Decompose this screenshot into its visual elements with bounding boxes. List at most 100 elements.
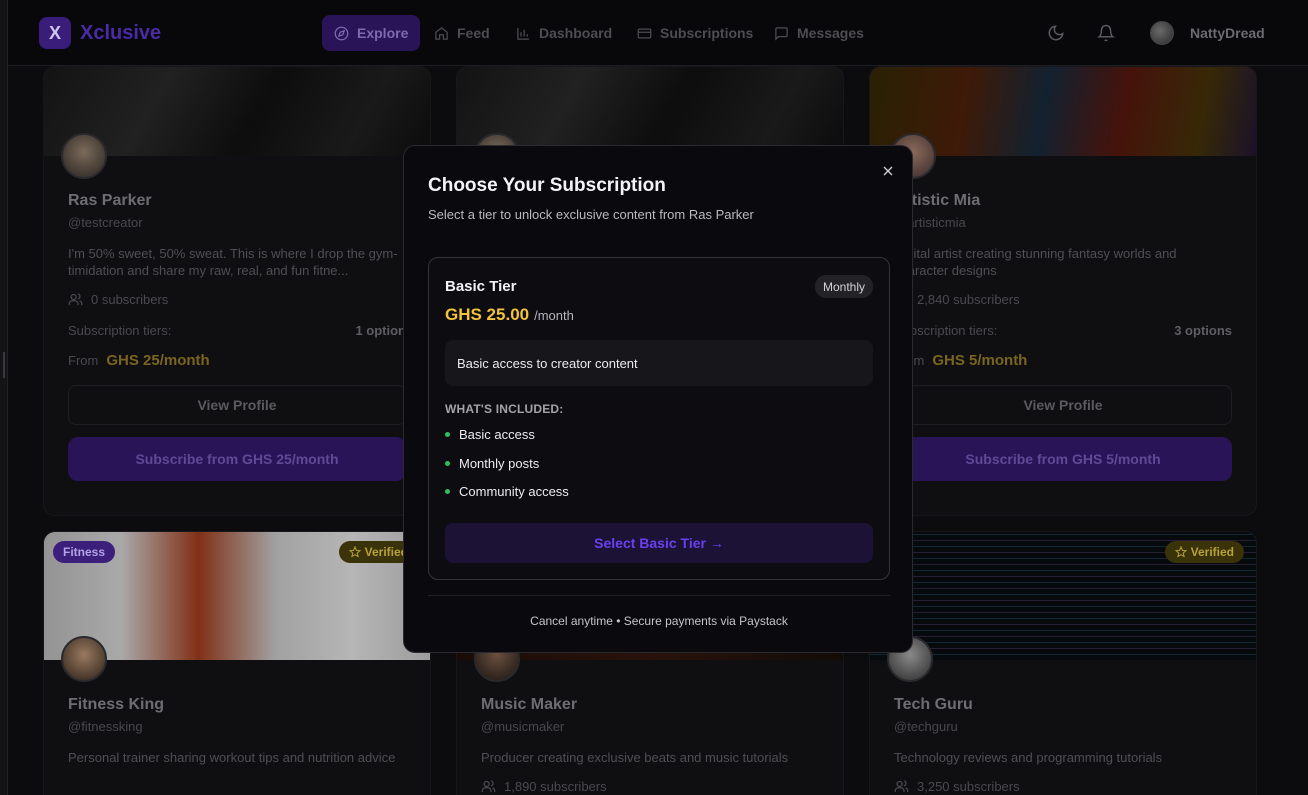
tier-card[interactable]: Basic Tier Monthly GHS 25.00 /month Basi… bbox=[428, 257, 890, 580]
verified-label: Verified bbox=[1190, 545, 1234, 559]
nav-dashboard[interactable]: Dashboard bbox=[504, 15, 624, 51]
creator-name[interactable]: Tech Guru bbox=[894, 696, 1232, 714]
close-icon bbox=[883, 166, 893, 176]
star-icon bbox=[1174, 546, 1187, 558]
modal-footer: Cancel anytime • Secure payments via Pay… bbox=[530, 614, 788, 628]
subscription-modal: Choose Your Subscription Select a tier t… bbox=[403, 145, 913, 653]
nav-feed-label: Feed bbox=[457, 25, 490, 41]
page: X Xclusive Explore Feed Dashboard Subscr… bbox=[0, 0, 1308, 795]
select-tier-button[interactable]: Select Basic Tier → bbox=[445, 523, 873, 563]
feature-label: Monthly posts bbox=[459, 456, 540, 471]
bullet-dot-icon bbox=[445, 432, 450, 437]
creator-name[interactable]: Fitness King bbox=[68, 696, 406, 714]
creator-bio: Personal trainer sharing workout tips an… bbox=[68, 750, 396, 765]
creator-bio: Digital artist creating stunning fantasy… bbox=[894, 246, 1177, 278]
subscriber-count-text: 3,250 subscribers bbox=[917, 779, 1020, 794]
users-icon bbox=[68, 293, 83, 306]
bullet-dot-icon bbox=[445, 489, 450, 494]
resize-handle[interactable] bbox=[3, 352, 5, 378]
nav-explore[interactable]: Explore bbox=[322, 15, 421, 51]
creator-name[interactable]: Ras Parker bbox=[68, 192, 406, 210]
window-edge bbox=[0, 0, 8, 795]
bullet-dot-icon bbox=[445, 461, 450, 466]
modal-subtitle: Select a tier to unlock exclusive conten… bbox=[428, 207, 754, 222]
divider bbox=[428, 595, 890, 596]
tier-price: GHS 25.00 /month bbox=[445, 305, 574, 325]
subscriber-count-text: 1,890 subscribers bbox=[504, 779, 607, 794]
users-icon bbox=[894, 780, 909, 793]
tier-count: Subscription tiers: 1 option bbox=[68, 323, 406, 338]
billing-badge: Monthly bbox=[814, 275, 873, 298]
home-icon bbox=[435, 26, 448, 40]
price-value: GHS 25.00 bbox=[445, 305, 530, 324]
feature-item: Community access bbox=[445, 484, 569, 499]
user-menu[interactable]: NattyDread bbox=[1150, 21, 1265, 45]
avatar[interactable] bbox=[61, 133, 107, 179]
subscriber-count: 2,840 subscribers bbox=[894, 292, 1232, 307]
verified-label: Verified bbox=[364, 545, 408, 559]
creator-handle: @artisticmia bbox=[894, 215, 966, 230]
from-price: GHS 5/month bbox=[932, 352, 1028, 369]
nav-dashboard-label: Dashboard bbox=[539, 25, 613, 41]
creator-bio: Technology reviews and programming tutor… bbox=[894, 750, 1163, 765]
notifications-button[interactable] bbox=[1096, 24, 1116, 42]
nav-messages[interactable]: Messages bbox=[762, 15, 876, 51]
feature-label: Community access bbox=[459, 484, 569, 499]
bell-icon bbox=[1096, 24, 1116, 42]
cover-image: Fitness Verified bbox=[44, 532, 430, 660]
close-button[interactable] bbox=[880, 163, 896, 179]
subscriber-count: 1,890 subscribers bbox=[481, 779, 819, 794]
subscriber-count: 3,250 subscribers bbox=[894, 779, 1232, 794]
logo[interactable]: X Xclusive bbox=[39, 17, 161, 49]
creator-card: Verified Tech Guru @techguru Technology … bbox=[869, 531, 1257, 795]
users-icon bbox=[481, 780, 496, 793]
user-name: NattyDread bbox=[1190, 25, 1265, 41]
tier-count-value: 3 options bbox=[1174, 323, 1232, 338]
nav-feed[interactable]: Feed bbox=[422, 15, 502, 51]
feature-item: Basic access bbox=[445, 427, 535, 442]
creator-name[interactable]: Artistic Mia bbox=[894, 192, 1232, 210]
theme-toggle[interactable] bbox=[1047, 24, 1065, 42]
star-icon bbox=[348, 546, 361, 558]
creator-handle: @techguru bbox=[894, 719, 958, 734]
modal-title: Choose Your Subscription bbox=[428, 175, 666, 196]
price-period: /month bbox=[534, 308, 574, 323]
from-label: From bbox=[68, 353, 99, 368]
avatar[interactable] bbox=[61, 636, 107, 682]
logo-text: Xclusive bbox=[80, 21, 162, 44]
category-badge: Fitness bbox=[53, 541, 116, 563]
message-square-icon bbox=[775, 26, 788, 41]
subscriber-count: 0 subscribers bbox=[68, 292, 406, 307]
tier-description: Basic access to creator content bbox=[445, 340, 873, 386]
starting-price: FromGHS 5/month bbox=[894, 352, 1232, 369]
top-navbar: X Xclusive Explore Feed Dashboard Subscr… bbox=[8, 0, 1308, 66]
creator-handle: @fitnessking bbox=[68, 719, 143, 734]
subscribe-button[interactable]: Subscribe from GHS 25/month bbox=[68, 437, 406, 481]
nav-subscriptions[interactable]: Subscriptions bbox=[625, 15, 765, 51]
subscribe-button[interactable]: Subscribe from GHS 5/month bbox=[894, 437, 1232, 481]
view-profile-button[interactable]: View Profile bbox=[894, 385, 1232, 425]
creator-bio: Producer creating exclusive beats and mu… bbox=[481, 750, 789, 765]
nav-messages-label: Messages bbox=[797, 25, 864, 41]
creator-name[interactable]: Music Maker bbox=[481, 696, 819, 714]
subscriber-count-text: 0 subscribers bbox=[91, 292, 169, 307]
creator-handle: @musicmaker bbox=[481, 719, 565, 734]
credit-card-icon bbox=[637, 28, 652, 38]
nav-explore-label: Explore bbox=[357, 25, 409, 41]
creator-handle: @testcreator bbox=[68, 215, 143, 230]
feature-item: Monthly posts bbox=[445, 456, 539, 471]
moon-icon bbox=[1048, 25, 1064, 41]
view-profile-button[interactable]: View Profile bbox=[68, 385, 406, 425]
starting-price: From GHS 25/month bbox=[68, 352, 406, 369]
compass-icon bbox=[334, 26, 349, 40]
avatar bbox=[1150, 21, 1174, 45]
tier-count: Subscription tiers: 3 options bbox=[894, 323, 1232, 338]
creator-bio: I'm 50% sweet, 50% sweat. This is where … bbox=[68, 246, 398, 278]
creator-card: Artistic Mia @artisticmia Digital artist… bbox=[869, 66, 1257, 516]
cover-image: Verified bbox=[870, 532, 1256, 660]
creator-card: Ras Parker @testcreator I'm 50% sweet, 5… bbox=[43, 66, 431, 516]
verified-badge: Verified bbox=[1164, 541, 1244, 563]
bar-chart-icon bbox=[517, 27, 530, 40]
nav-subscriptions-label: Subscriptions bbox=[660, 25, 754, 41]
tier-count-value: 1 option bbox=[355, 323, 406, 338]
